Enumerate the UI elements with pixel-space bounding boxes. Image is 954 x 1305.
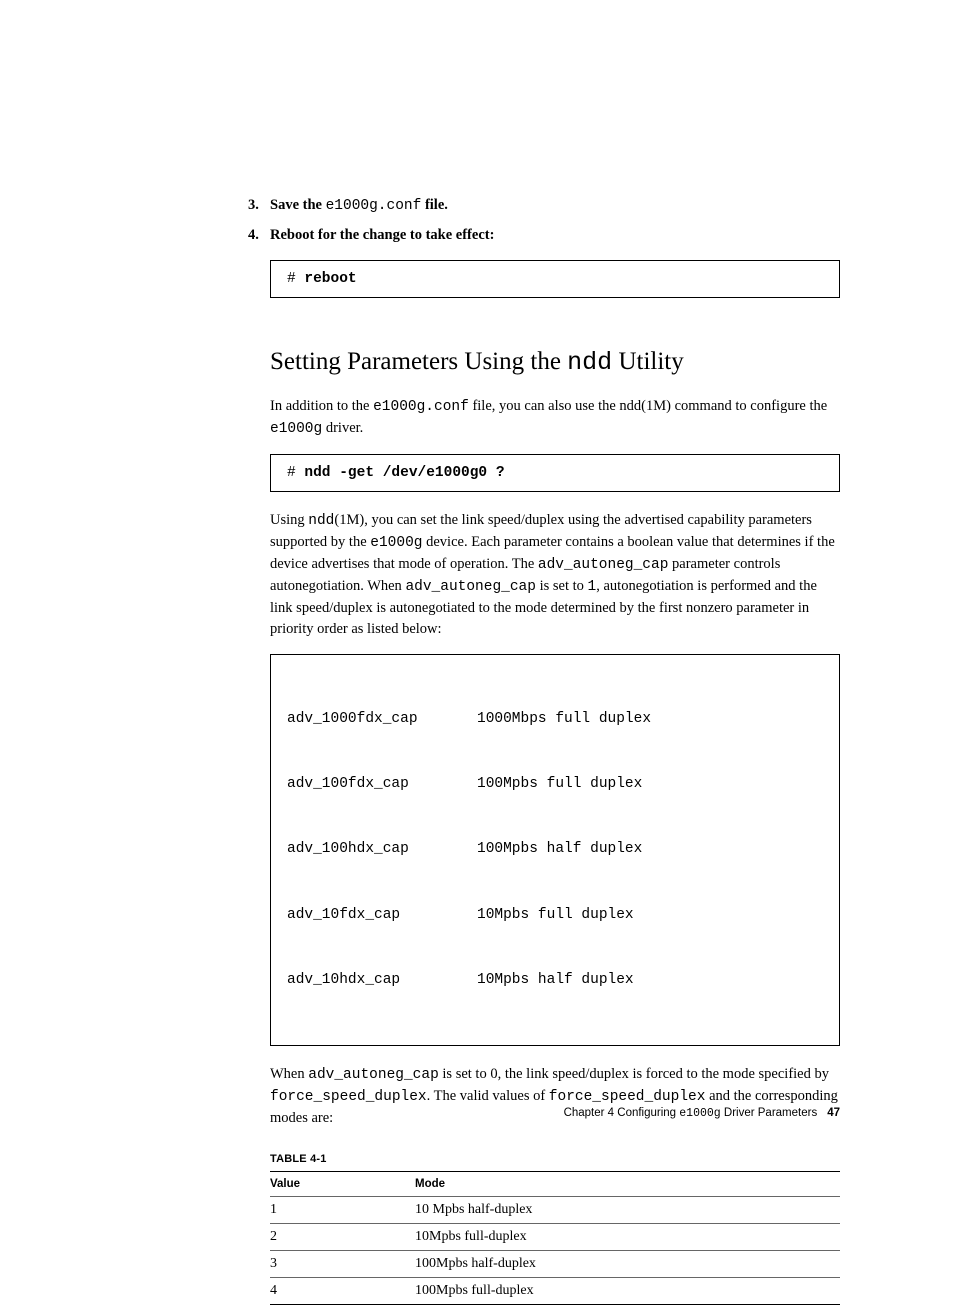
param-row: adv_10hdx_cap10Mpbs half duplex — [287, 970, 823, 992]
param-name: adv_10hdx_cap — [287, 970, 477, 992]
text: In addition to the — [270, 398, 373, 414]
param-name: adv_1000fdx_cap — [287, 709, 477, 731]
inline-code: force_speed_duplex — [549, 1089, 706, 1105]
inline-code: adv_autoneg_cap — [308, 1067, 439, 1083]
step-text: Reboot for the change to take effect: — [270, 227, 494, 243]
cell-mode: 100Mpbs full-duplex — [415, 1278, 840, 1305]
text: Using — [270, 512, 308, 528]
table-header-row: Value Mode — [270, 1172, 840, 1197]
footer-code: e1000g — [679, 1107, 720, 1120]
table-row: 3 100Mpbs half-duplex — [270, 1251, 840, 1278]
codebox-ndd: # ndd -get /dev/e1000g0 ? — [270, 454, 840, 492]
step-number: 4. — [248, 225, 259, 246]
param-name: adv_100fdx_cap — [287, 774, 477, 796]
text: When — [270, 1066, 308, 1082]
heading-pre: Setting Parameters Using the — [270, 348, 567, 375]
prompt: # — [287, 465, 304, 481]
table-row: 4 100Mpbs full-duplex — [270, 1278, 840, 1305]
table-row: 2 10Mpbs full-duplex — [270, 1224, 840, 1251]
footer-text: Chapter 4 Configuring — [564, 1107, 680, 1119]
paragraph-2: Using ndd(1M), you can set the link spee… — [270, 510, 840, 640]
text: driver. — [322, 420, 363, 436]
inline-code: e1000g — [370, 535, 422, 551]
param-name: adv_10fdx_cap — [287, 905, 477, 927]
inline-code: ndd — [308, 513, 334, 529]
cell-value: 2 — [270, 1224, 415, 1251]
page-number: 47 — [827, 1107, 840, 1119]
inline-code: e1000g.conf — [373, 399, 469, 415]
inline-code: adv_autoneg_cap — [405, 579, 536, 595]
section-heading: Setting Parameters Using the ndd Utility — [270, 346, 840, 378]
step-code: e1000g.conf — [326, 198, 422, 214]
table-label: TABLE 4-1 — [270, 1153, 840, 1165]
param-name: adv_100hdx_cap — [287, 839, 477, 861]
step-4: 4. Reboot for the change to take effect: — [270, 225, 840, 246]
step-number: 3. — [248, 195, 259, 216]
cell-mode: 10 Mpbs half-duplex — [415, 1197, 840, 1224]
text: is set to 0, the link speed/duplex is fo… — [439, 1066, 829, 1082]
inline-code: force_speed_duplex — [270, 1089, 427, 1105]
modes-table: Value Mode 1 10 Mpbs half-duplex 2 10Mpb… — [270, 1171, 840, 1305]
heading-code: ndd — [567, 348, 612, 377]
step-text-post: file. — [421, 197, 448, 213]
cell-mode: 10Mpbs full-duplex — [415, 1224, 840, 1251]
step-text-pre: Save the — [270, 197, 326, 213]
cell-value: 3 — [270, 1251, 415, 1278]
inline-code: adv_autoneg_cap — [538, 557, 669, 573]
prompt: # — [287, 271, 304, 287]
command: reboot — [304, 271, 356, 287]
heading-post: Utility — [612, 348, 684, 375]
table-header-value: Value — [270, 1172, 415, 1197]
codebox-reboot: # reboot — [270, 260, 840, 298]
page-footer: Chapter 4 Configuring e1000g Driver Para… — [0, 1107, 840, 1120]
table-header-mode: Mode — [415, 1172, 840, 1197]
param-desc: 10Mpbs half duplex — [477, 970, 634, 992]
cell-mode: 100Mpbs half-duplex — [415, 1251, 840, 1278]
codebox-params: adv_1000fdx_cap1000Mbps full duplex adv_… — [270, 654, 840, 1046]
param-row: adv_1000fdx_cap1000Mbps full duplex — [287, 709, 823, 731]
param-row: adv_10fdx_cap10Mpbs full duplex — [287, 905, 823, 927]
param-desc: 10Mpbs full duplex — [477, 905, 634, 927]
param-desc: 100Mpbs half duplex — [477, 839, 642, 861]
page-content: 3. Save the e1000g.conf file. 4. Reboot … — [270, 195, 840, 1305]
text: file, you can also use the ndd(1M) comma… — [469, 398, 827, 414]
step-3: 3. Save the e1000g.conf file. — [270, 195, 840, 217]
footer-text: Driver Parameters — [721, 1107, 818, 1119]
cell-value: 4 — [270, 1278, 415, 1305]
inline-code: 1 — [588, 579, 597, 595]
command: ndd -get /dev/e1000g0 ? — [304, 465, 504, 481]
text: is set to — [536, 578, 588, 594]
param-desc: 1000Mbps full duplex — [477, 709, 651, 731]
param-desc: 100Mpbs full duplex — [477, 774, 642, 796]
table-row: 1 10 Mpbs half-duplex — [270, 1197, 840, 1224]
cell-value: 1 — [270, 1197, 415, 1224]
text: . The valid values of — [427, 1088, 549, 1104]
param-row: adv_100fdx_cap100Mpbs full duplex — [287, 774, 823, 796]
paragraph-1: In addition to the e1000g.conf file, you… — [270, 396, 840, 440]
inline-code: e1000g — [270, 421, 322, 437]
param-row: adv_100hdx_cap100Mpbs half duplex — [287, 839, 823, 861]
